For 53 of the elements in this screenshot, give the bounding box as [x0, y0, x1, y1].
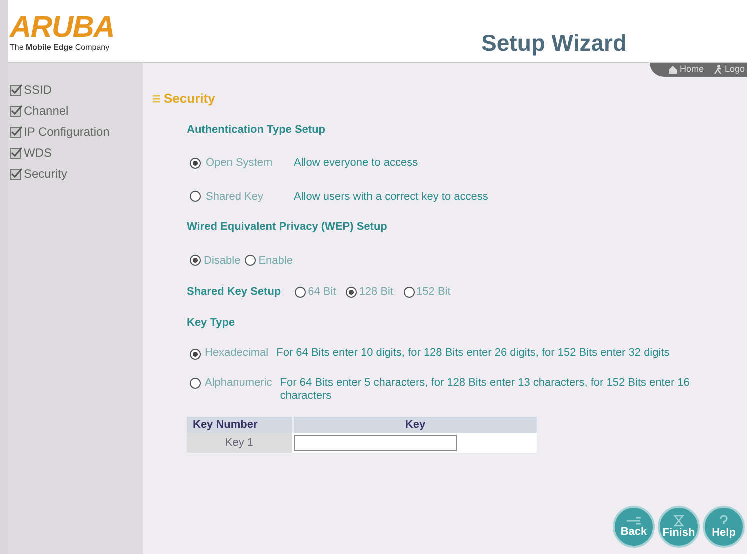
- radio-button[interactable]: [244, 255, 256, 266]
- option-description: For 64 Bits enter 5 characters, for 128 Bits enter 13 characters, for 152 Bits enter 16 characters: [280, 377, 691, 403]
- radio-label: 152 Bit: [416, 285, 451, 300]
- section-icon: [153, 94, 160, 103]
- walking-person-icon: [714, 65, 723, 75]
- sidebar-item[interactable]: Channel: [24, 102, 69, 120]
- radio-button[interactable]: [190, 158, 201, 169]
- section-heading: Authentication Type Setup: [187, 122, 327, 138]
- checkbox[interactable]: [10, 147, 23, 159]
- round-button[interactable]: Help: [703, 506, 745, 548]
- table-cell: Key 1: [187, 433, 292, 453]
- section-heading: Wired Equivalent Privacy (WEP) Setup: [187, 220, 388, 235]
- checkbox[interactable]: [10, 168, 23, 180]
- radio-button[interactable]: [190, 378, 201, 389]
- nav-link[interactable]: Home: [668, 63, 704, 77]
- checkbox[interactable]: [10, 105, 23, 117]
- house-icon: [668, 65, 678, 75]
- question-mark-icon: [718, 515, 730, 527]
- radio-label: 128 Bit: [359, 285, 394, 300]
- column-header: Key Number: [187, 417, 292, 433]
- radio-button[interactable]: [190, 255, 201, 266]
- checkbox[interactable]: [10, 84, 23, 96]
- section-heading: Key Type: [187, 316, 236, 330]
- option-description: Allow users with a correct key to access: [294, 190, 488, 204]
- radio-label: Enable: [258, 254, 293, 268]
- option-description: Allow everyone to access: [294, 156, 418, 171]
- option-description: For 64 Bits enter 10 digits, for 128 Bits enter 26 digits, for 152 Bits enter 32 digits: [276, 347, 670, 360]
- page-title: Setup Wizard: [482, 28, 627, 58]
- sidebar-item[interactable]: Security: [24, 165, 68, 183]
- radio-label: Shared Key: [206, 190, 264, 204]
- key-input[interactable]: [294, 435, 457, 451]
- sidebar-item[interactable]: IP Configuration: [24, 123, 110, 141]
- nav-link[interactable]: Logo: [714, 63, 745, 77]
- sidebar-item[interactable]: SSID: [24, 81, 52, 99]
- round-button[interactable]: Back: [613, 506, 655, 548]
- radio-label: Alphanumeric: [205, 377, 272, 390]
- sidebar-item[interactable]: WDS: [24, 144, 52, 162]
- column-header: Key: [294, 417, 537, 433]
- checkbox[interactable]: [10, 126, 23, 138]
- radio-button[interactable]: [190, 349, 201, 360]
- radio-button[interactable]: [346, 286, 358, 298]
- radio-label: 64 Bit: [308, 285, 336, 300]
- radio-label: Open System: [206, 156, 274, 171]
- radio-label: Hexadecimal: [205, 347, 269, 360]
- radio-button[interactable]: [295, 286, 306, 298]
- round-button[interactable]: Finish: [658, 506, 700, 548]
- radio-button[interactable]: [404, 286, 415, 298]
- logo: ARUBA The Mobile Edge Company: [10, 10, 115, 54]
- section-title: Security: [164, 90, 216, 108]
- hourglass-icon: [673, 515, 685, 527]
- field-label: Shared Key Setup: [187, 285, 282, 300]
- radio-button[interactable]: [190, 191, 201, 202]
- radio-label: Disable: [204, 254, 241, 268]
